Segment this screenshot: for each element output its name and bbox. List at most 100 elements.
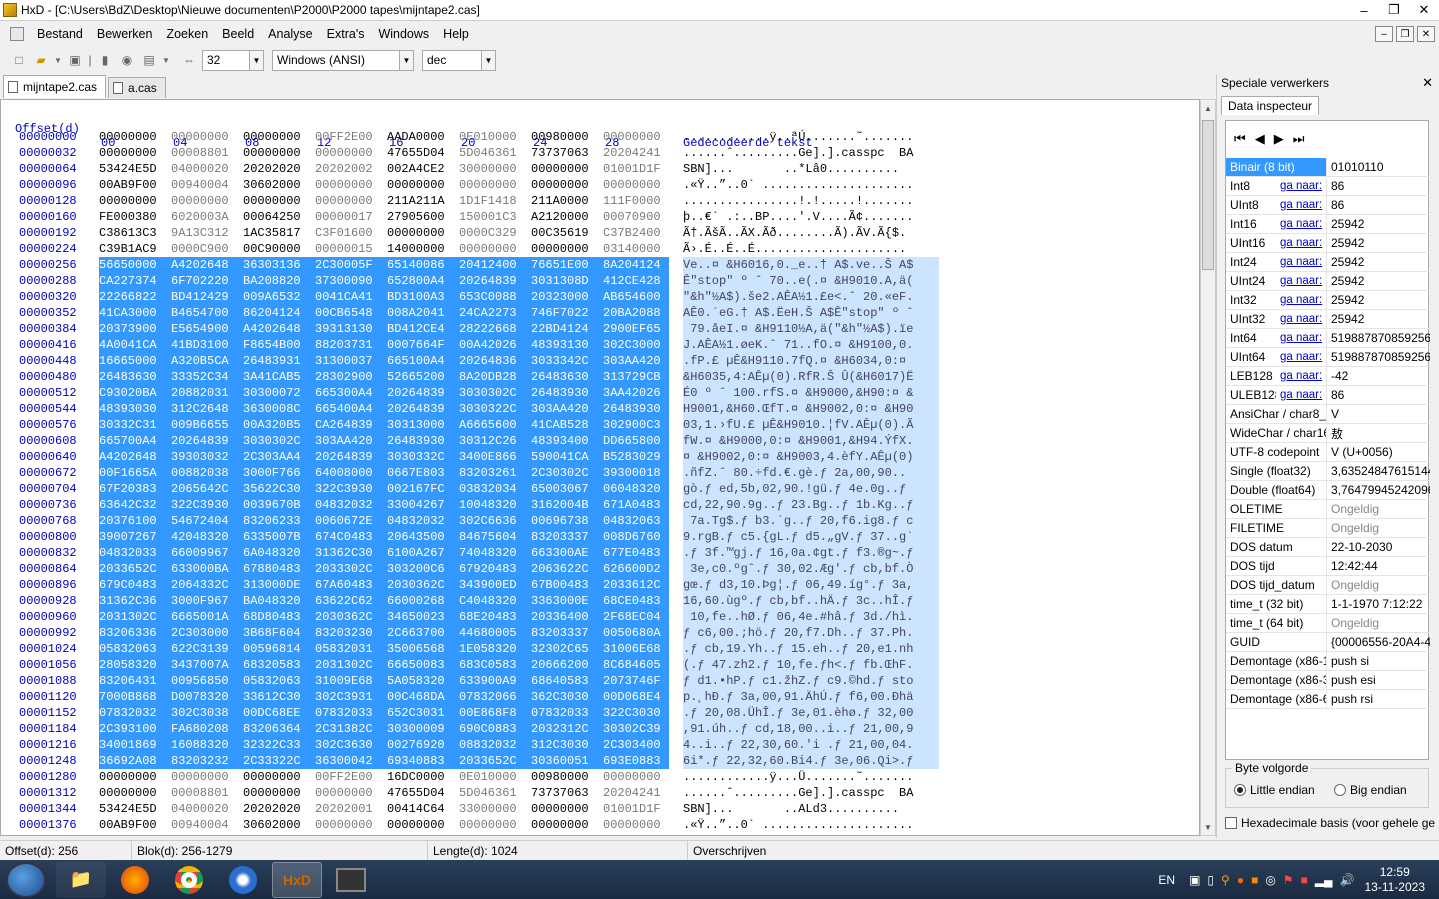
hex-group[interactable]: 20882031	[171, 385, 243, 401]
hex-group[interactable]: 8A20DB28	[459, 369, 531, 385]
hex-group[interactable]: 3030302C	[243, 433, 315, 449]
inspector-row[interactable]: Demontage (x86-32)push esi	[1226, 671, 1430, 690]
hex-group[interactable]: 00940004	[171, 817, 243, 833]
inspector-value[interactable]: 25942	[1326, 291, 1430, 309]
hex-group[interactable]: 16088320	[171, 737, 243, 753]
hex-group[interactable]: 66009967	[171, 545, 243, 561]
file-explorer-icon[interactable]: 📁	[56, 861, 106, 898]
clock[interactable]: 12:59 13-11-2023	[1365, 865, 1426, 895]
hex-group[interactable]: 28302900	[315, 369, 387, 385]
hex-group[interactable]: 0E010000	[459, 769, 531, 785]
hex-group[interactable]: 00000000	[531, 177, 603, 193]
hex-group[interactable]: 20336400	[531, 609, 603, 625]
hex-group[interactable]: BD412429	[171, 289, 243, 305]
hex-group[interactable]: 00D068E4	[603, 689, 669, 705]
hex-group[interactable]: 3031308D	[531, 273, 603, 289]
hex-group[interactable]: 42048320	[171, 529, 243, 545]
hex-group[interactable]: 0050680A	[603, 625, 669, 641]
hex-group[interactable]: 34650023	[387, 609, 459, 625]
hex-group[interactable]: 362C3030	[531, 689, 603, 705]
decoded-text[interactable]: SBN]... ..ALd3..........	[683, 801, 939, 817]
hex-group[interactable]: 683C0583	[459, 657, 531, 673]
menu-bestand[interactable]: Bestand	[30, 27, 90, 41]
maximize-icon[interactable]: ❐	[1379, 0, 1409, 20]
inspector-row[interactable]: UInt8 ga naar: 86	[1226, 196, 1430, 215]
scroll-up-icon[interactable]: ▲	[1201, 100, 1215, 116]
hex-group[interactable]: 08832032	[459, 737, 531, 753]
hex-group[interactable]: 002A4CE2	[387, 161, 459, 177]
next-icon[interactable]: ▶	[1274, 131, 1284, 147]
close-icon[interactable]: ✕	[1409, 0, 1439, 20]
hex-group[interactable]: 00000000	[531, 801, 603, 817]
big-endian-radio[interactable]: Big endian	[1334, 783, 1407, 797]
offset-base-select[interactable]: dec ▼	[422, 49, 496, 71]
hex-group[interactable]: 83203232	[171, 753, 243, 769]
hex-group[interactable]: 00980000	[531, 129, 603, 145]
menu-zoeken[interactable]: Zoeken	[159, 27, 215, 41]
inspector-row[interactable]: Int32 ga naar: 25942	[1226, 291, 1430, 310]
hex-group[interactable]: 2900EF65	[603, 321, 669, 337]
hex-group[interactable]: 590041CA	[531, 449, 603, 465]
language-indicator[interactable]: EN	[1158, 873, 1175, 887]
hex-group[interactable]: 48393030	[99, 401, 171, 417]
hex-group[interactable]: 86204124	[243, 305, 315, 321]
hex-group[interactable]: 663300AE	[531, 545, 603, 561]
hex-group[interactable]: 00C468DA	[387, 689, 459, 705]
hex-group[interactable]: 67920483	[459, 561, 531, 577]
menu-extras[interactable]: Extra's	[320, 27, 372, 41]
hex-group[interactable]: 2F68EC04	[603, 609, 669, 625]
hex-group[interactable]: 00000000	[603, 129, 669, 145]
hex-group[interactable]: 32322C33	[243, 737, 315, 753]
hex-group[interactable]: 74048320	[459, 545, 531, 561]
ram-editor-icon[interactable]: ▮	[96, 51, 114, 69]
decoded-text[interactable]: 6i*.ƒ 22,32,60.Bi4.ƒ 3e,06.Qi>.ƒ	[683, 753, 939, 769]
hex-group[interactable]: 44680005	[459, 625, 531, 641]
hex-group[interactable]: 302C3630	[315, 737, 387, 753]
tray-app-icon[interactable]: ▣	[1189, 873, 1200, 887]
hex-group[interactable]: 00000000	[315, 145, 387, 161]
inspector-row[interactable]: UInt32 ga naar: 25942	[1226, 310, 1430, 329]
hex-group[interactable]: 693E0883	[603, 753, 669, 769]
hex-group[interactable]: 150001C3	[459, 209, 531, 225]
inspector-value[interactable]: 3,76479945242096E	[1326, 481, 1430, 499]
hex-group[interactable]: 20373900	[99, 321, 171, 337]
hex-group[interactable]: 00CB6548	[315, 305, 387, 321]
hex-group[interactable]: 04832032	[387, 513, 459, 529]
hex-group[interactable]: 00000000	[531, 817, 603, 833]
decoded-text[interactable]: SBN]... ..*Lâ0..........	[683, 161, 939, 177]
hex-group[interactable]: 2031302C	[99, 609, 171, 625]
hex-group[interactable]: 30360051	[531, 753, 603, 769]
disk-editor-icon[interactable]: ◉	[118, 51, 136, 69]
decoded-text[interactable]: þ..€` .:..BP....'.V....Ã¢.......	[683, 209, 939, 225]
hex-group[interactable]: 313000DE	[243, 577, 315, 593]
decoded-text[interactable]: Ã›.É..É..É.....................	[683, 241, 939, 257]
inspector-value[interactable]: 12:42:44	[1326, 557, 1430, 575]
hex-group[interactable]: 66650083	[387, 657, 459, 673]
hex-group[interactable]: AB654600	[603, 289, 669, 305]
volume-icon[interactable]: 🔊	[1340, 873, 1355, 887]
hex-group[interactable]: 20264836	[459, 353, 531, 369]
hex-group[interactable]: 302C3000	[603, 337, 669, 353]
hex-group[interactable]: DD665800	[603, 433, 669, 449]
goto-link[interactable]: ga naar:	[1276, 291, 1326, 309]
hex-group[interactable]: 83206364	[243, 721, 315, 737]
hex-group[interactable]: FE000380	[99, 209, 171, 225]
hex-group[interactable]: 20666200	[531, 657, 603, 673]
hex-group[interactable]: 68CE0483	[603, 593, 669, 609]
hex-base-checkbox[interactable]: Hexadecimale basis (voor gehele ge	[1225, 816, 1435, 830]
decoded-text[interactable]: ............ÿ..ªÚ.......˜.......	[683, 129, 939, 145]
hex-group[interactable]: 00A320B5	[243, 417, 315, 433]
decoded-text[interactable]: ......ˆ.........Ge].].casspc BA	[683, 145, 939, 161]
hex-group[interactable]: 008A2041	[387, 305, 459, 321]
decoded-text[interactable]: 79.åeI.¤ &H9110½A,ä("&h"½A$).ïe	[683, 321, 939, 337]
hex-group[interactable]: 8A204124	[603, 257, 669, 273]
bytes-per-row-select[interactable]: 32 ▼	[202, 49, 264, 71]
hex-group[interactable]: 31300037	[315, 353, 387, 369]
scroll-thumb[interactable]	[1202, 120, 1214, 270]
hex-group[interactable]: 211A0000	[531, 193, 603, 209]
hex-group[interactable]: 652800A4	[387, 273, 459, 289]
hex-group[interactable]: 68640583	[531, 673, 603, 689]
hex-group[interactable]: 3162004B	[531, 497, 603, 513]
hex-group[interactable]: 30332C31	[99, 417, 171, 433]
hex-group[interactable]: 64008000	[315, 465, 387, 481]
